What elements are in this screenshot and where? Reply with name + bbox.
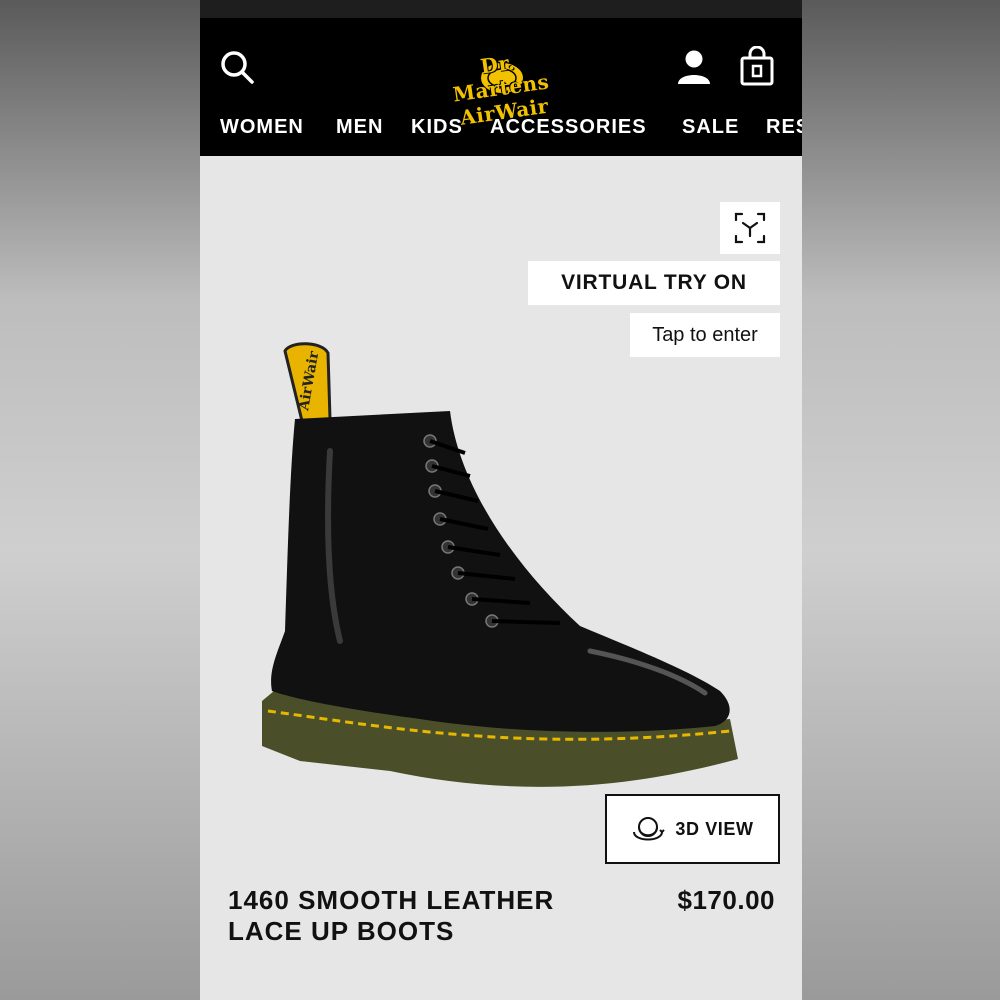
nav-item-kids[interactable]: KIDS <box>411 116 463 139</box>
3d-view-button[interactable]: 3D VIEW <box>605 794 780 864</box>
nav-item-sale[interactable]: SALE <box>682 116 739 139</box>
product-hero: VIRTUAL TRY ON Tap to enter AirWair 3D V… <box>200 156 802 876</box>
site-header: Dr. Martens AirWair WOMEN MEN KIDS ACCES… <box>200 18 802 156</box>
phone-screen: Dr. Martens AirWair WOMEN MEN KIDS ACCES… <box>200 0 802 1000</box>
shopping-bag-icon[interactable] <box>738 46 776 86</box>
main-nav: WOMEN MEN KIDS ACCESSORIES SALE RES <box>200 114 802 144</box>
brand-logo[interactable]: Dr. Martens AirWair <box>450 38 552 130</box>
product-price: $170.00 <box>677 885 775 915</box>
search-icon[interactable] <box>220 50 254 84</box>
ar-button[interactable] <box>720 202 780 254</box>
nav-item-women[interactable]: WOMEN <box>220 116 304 139</box>
nav-item-accessories[interactable]: ACCESSORIES <box>490 116 647 139</box>
3d-rotate-icon <box>633 817 666 841</box>
boot-product-image: AirWair <box>262 342 738 787</box>
status-bar <box>200 0 802 18</box>
3d-view-label: 3D VIEW <box>675 818 754 839</box>
account-icon[interactable] <box>675 48 713 86</box>
product-title: 1460 SMOOTH LEATHER LACE UP BOOTS <box>228 885 555 946</box>
ar-cube-icon <box>734 212 766 244</box>
nav-item-more[interactable]: RES <box>766 116 802 139</box>
virtual-try-on-button[interactable]: VIRTUAL TRY ON <box>528 261 780 305</box>
nav-item-men[interactable]: MEN <box>336 116 383 139</box>
